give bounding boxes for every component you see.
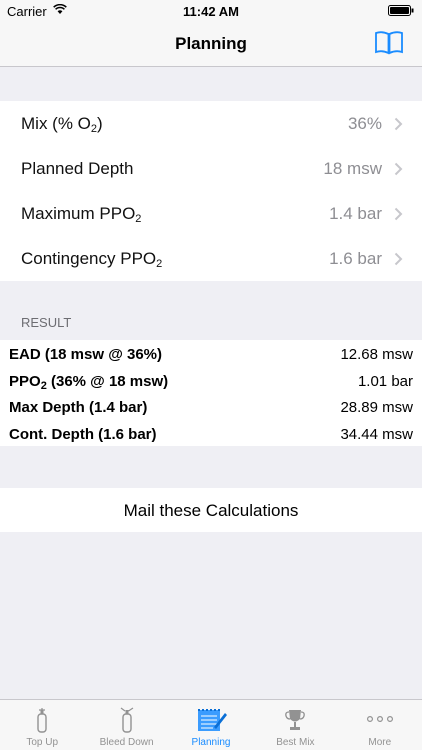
result-row-ead: EAD (18 msw @ 36%) 12.68 msw	[0, 340, 422, 367]
navigation-bar: Planning	[0, 22, 422, 67]
page-title: Planning	[175, 34, 247, 53]
result-value: 28.89 msw	[340, 399, 413, 416]
more-icon	[366, 716, 393, 723]
tab-top-up[interactable]: Top Up	[0, 700, 84, 750]
planning-inputs: Mix (% O2) 36% Planned Depth 18 msw Maxi…	[0, 101, 422, 281]
result-value: 12.68 msw	[340, 346, 413, 363]
bleed-tank-icon	[120, 707, 133, 733]
mail-calculations-button[interactable]: Mail these Calculations	[0, 488, 422, 532]
tab-bleed-down[interactable]: Bleed Down	[84, 700, 168, 750]
chevron-right-icon	[394, 252, 403, 266]
result-table: EAD (18 msw @ 36%) 12.68 msw PPO2 (36% @…	[0, 340, 422, 446]
max-ppo2-label: Maximum PPO2	[21, 204, 142, 225]
notepad-icon	[197, 709, 227, 731]
planned-depth-row[interactable]: Planned Depth 18 msw	[0, 146, 422, 191]
chevron-right-icon	[394, 117, 403, 131]
status-bar: Carrier 11:42 AM	[0, 0, 422, 22]
tab-label: More	[368, 737, 392, 748]
tab-label: Top Up	[26, 737, 59, 748]
tab-label: Bleed Down	[99, 737, 154, 748]
clock: 11:42 AM	[183, 4, 239, 19]
battery-icon	[388, 5, 414, 16]
tab-more[interactable]: More	[338, 700, 422, 750]
contingency-ppo2-label: Contingency PPO2	[21, 249, 163, 270]
mix-label: Mix (% O2)	[21, 114, 103, 135]
tab-label: Planning	[191, 737, 231, 748]
planned-depth-value: 18 msw	[323, 159, 382, 178]
result-row-max-depth: Max Depth (1.4 bar) 28.89 msw	[0, 393, 422, 420]
result-value: 34.44 msw	[340, 425, 413, 443]
chevron-right-icon	[394, 207, 403, 221]
planned-depth-label: Planned Depth	[21, 159, 134, 178]
tab-best-mix[interactable]: Best Mix	[253, 700, 337, 750]
result-label: PPO2 (36% @ 18 msw)	[9, 372, 169, 392]
mail-button-label: Mail these Calculations	[123, 501, 299, 520]
trophy-icon	[285, 710, 306, 730]
tab-bar: Top Up Bleed Down Planning Best Mix More	[0, 699, 422, 750]
result-label: Max Depth (1.4 bar)	[9, 399, 148, 416]
mix-value: 36%	[347, 114, 382, 133]
max-ppo2-row[interactable]: Maximum PPO2 1.4 bar	[0, 191, 422, 236]
contingency-ppo2-value: 1.6 bar	[329, 249, 382, 268]
mix-row[interactable]: Mix (% O2) 36%	[0, 101, 422, 146]
result-header: RESULT	[21, 315, 72, 330]
tank-icon	[37, 708, 47, 733]
tab-label: Best Mix	[276, 737, 315, 748]
book-icon[interactable]	[374, 30, 404, 56]
contingency-ppo2-row[interactable]: Contingency PPO2 1.6 bar	[0, 236, 422, 281]
tab-planning[interactable]: Planning	[169, 700, 253, 750]
result-row-ppo2: PPO2 (36% @ 18 msw) 1.01 bar	[0, 367, 422, 394]
result-label: EAD (18 msw @ 36%)	[9, 346, 163, 363]
result-label: Cont. Depth (1.6 bar)	[9, 425, 157, 443]
max-ppo2-value: 1.4 bar	[329, 204, 382, 223]
result-value: 1.01 bar	[357, 372, 413, 390]
chevron-right-icon	[394, 162, 403, 176]
result-row-cont-depth: Cont. Depth (1.6 bar) 34.44 msw	[0, 420, 422, 447]
